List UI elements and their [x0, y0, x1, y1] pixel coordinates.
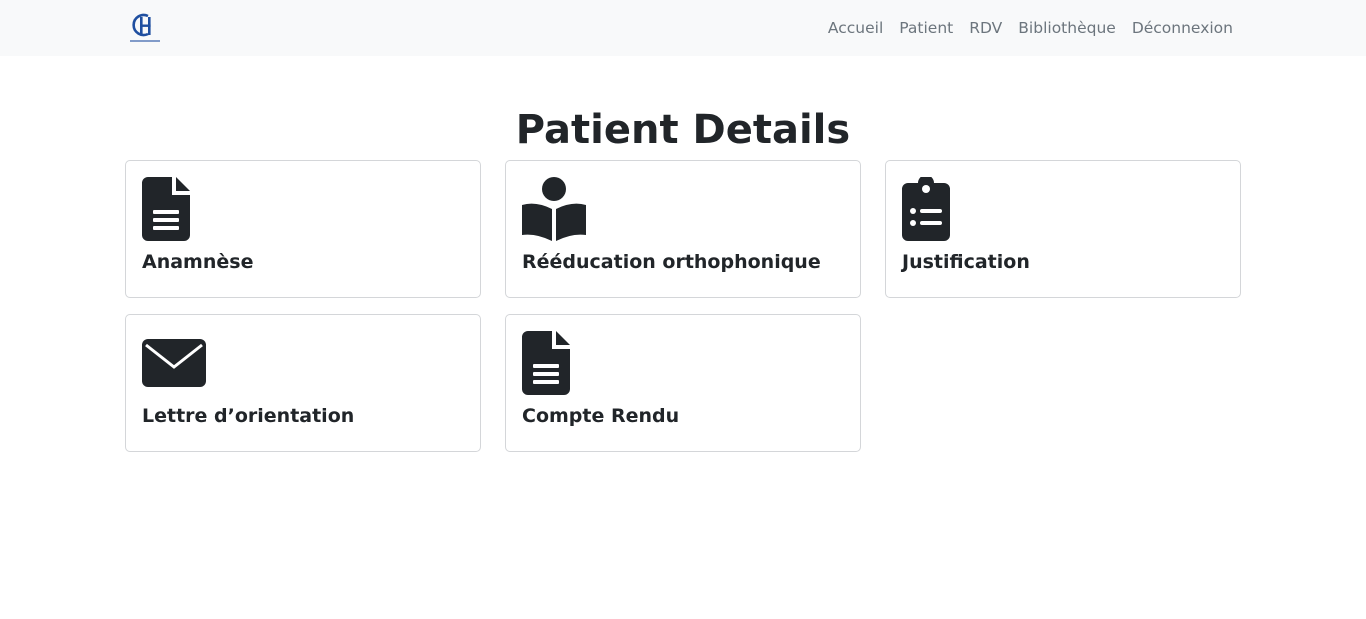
card-label: Compte Rendu: [522, 405, 680, 427]
card-label: Anamnèse: [142, 251, 254, 273]
card-label: Rééducation orthophonique: [522, 251, 821, 273]
file-text-icon: [142, 177, 190, 241]
clipboard-list-icon: [902, 177, 950, 241]
nav-link-patient[interactable]: Patient: [899, 18, 953, 38]
card-anamnese[interactable]: Anamnèse: [125, 160, 481, 298]
nav-links: Accueil Patient RDV Bibliothèque Déconne…: [828, 0, 1233, 56]
nav-link-bibliotheque[interactable]: Bibliothèque: [1018, 18, 1116, 38]
hospital-logo-icon[interactable]: [126, 11, 164, 45]
book-reader-icon: [522, 177, 586, 241]
card-label: Lettre d’orientation: [142, 405, 355, 427]
card-lettre-orientation[interactable]: Lettre d’orientation: [125, 314, 481, 452]
nav-link-accueil[interactable]: Accueil: [828, 18, 883, 38]
nav-link-deconnexion[interactable]: Déconnexion: [1132, 18, 1233, 38]
nav-link-rdv[interactable]: RDV: [969, 18, 1002, 38]
file-text-icon: [522, 331, 570, 395]
card-label: Justification: [902, 251, 1030, 273]
card-justification[interactable]: Justification: [885, 160, 1241, 298]
page-title: Patient Details: [515, 107, 851, 153]
card-compte-rendu[interactable]: Compte Rendu: [505, 314, 861, 452]
navbar: Accueil Patient RDV Bibliothèque Déconne…: [0, 0, 1366, 56]
envelope-icon: [142, 339, 206, 387]
card-reeducation-orthophonique[interactable]: Rééducation orthophonique: [505, 160, 861, 298]
